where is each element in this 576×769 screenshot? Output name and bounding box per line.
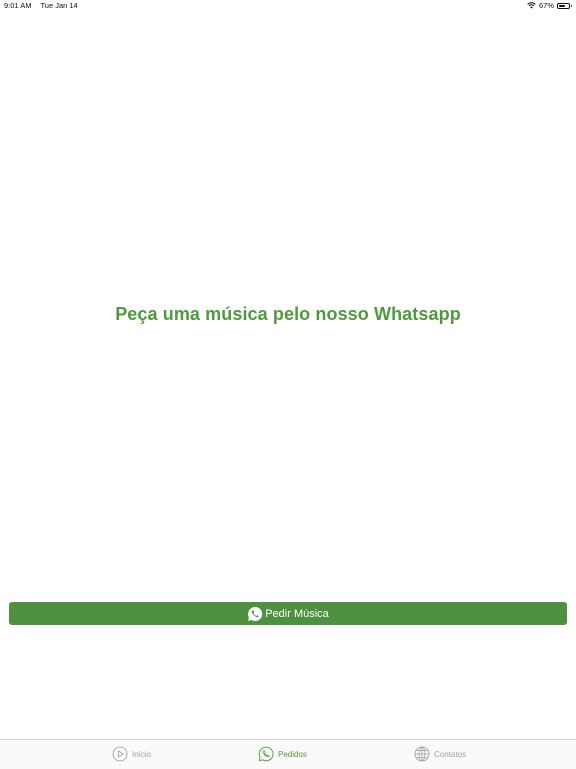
page-headline: Peça uma música pelo nosso Whatsapp xyxy=(115,304,461,324)
status-right: 67% xyxy=(527,1,572,10)
whatsapp-icon xyxy=(247,606,263,622)
status-date: Tue Jan 14 xyxy=(40,1,78,10)
battery-icon xyxy=(557,2,572,9)
wifi-icon xyxy=(527,2,536,9)
tab-contatos-label: Contatos xyxy=(434,749,467,759)
status-bar: 9:01 AM Tue Jan 14 67% xyxy=(0,0,576,12)
battery-fill xyxy=(559,4,566,7)
battery-percent: 67% xyxy=(538,1,554,10)
tab-inicio-label: Início xyxy=(132,749,152,759)
status-time: 9:01 AM xyxy=(4,1,32,10)
tab-bar: Início Pedidos Contatos xyxy=(0,739,576,769)
tab-contatos[interactable]: Contatos xyxy=(414,746,466,762)
globe-icon xyxy=(414,746,430,762)
play-circle-icon xyxy=(112,746,128,762)
whatsapp-icon xyxy=(258,746,274,762)
tab-inicio[interactable]: Início xyxy=(112,746,151,762)
tab-pedidos[interactable]: Pedidos xyxy=(258,746,307,762)
tab-pedidos-label: Pedidos xyxy=(278,749,307,759)
request-song-label: Pedir Música xyxy=(265,607,329,620)
request-song-button[interactable]: Pedir Música xyxy=(9,602,567,625)
status-left: 9:01 AM Tue Jan 14 xyxy=(4,1,85,10)
